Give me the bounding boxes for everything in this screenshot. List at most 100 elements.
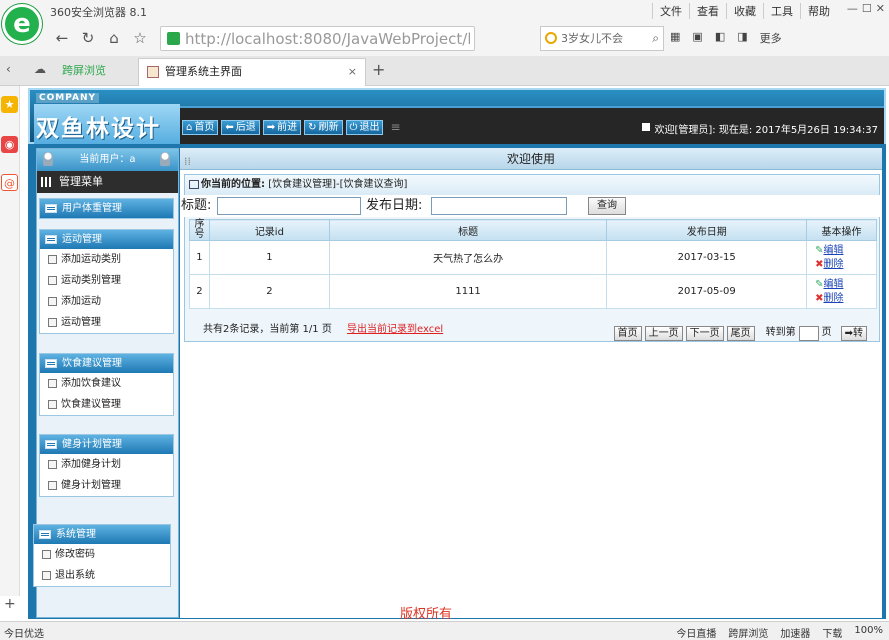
nav-forward-label: 前进 (277, 122, 298, 133)
home-icon[interactable]: ⌂ (104, 28, 124, 48)
title-label: 标题: (181, 198, 212, 213)
search-icon[interactable]: ⌕ (652, 27, 659, 50)
sidebar-item-diet-manage[interactable]: 饮食建议管理 (40, 394, 173, 415)
group-sports-header[interactable]: 运动管理 (40, 230, 173, 249)
prev-page-button[interactable]: 上一页 (644, 325, 683, 341)
sidebar-item-plan-manage[interactable]: 健身计划管理 (40, 475, 173, 496)
group-sports: 运动管理 添加运动类别 运动类别管理 添加运动 运动管理 (39, 229, 174, 334)
download-icon[interactable]: ◨ (737, 30, 747, 46)
go-button[interactable]: ➡转 (840, 325, 867, 341)
group-system-header[interactable]: 系统管理 (34, 525, 170, 544)
menu-favorites[interactable]: 收藏 (726, 3, 763, 19)
tab-scroll-left-icon[interactable]: ‹ (6, 62, 11, 76)
pin-icon (160, 152, 170, 166)
sidebar-item-label: 饮食建议管理 (61, 399, 121, 410)
power-icon: ⏻ (349, 122, 358, 133)
list-icon (39, 530, 51, 539)
col-seq: 序号 (189, 219, 210, 241)
edit-link[interactable]: 编辑 (823, 279, 843, 290)
next-page-button[interactable]: 下一页 (685, 325, 724, 341)
delete-link[interactable]: 删除 (823, 259, 843, 270)
sidebar-item-add-diet[interactable]: 添加饮食建议 (40, 373, 173, 394)
delete-link[interactable]: 删除 (823, 293, 843, 304)
col-date: 发布日期 (606, 219, 808, 241)
grid-icon (41, 177, 53, 187)
browser-search-text: 3岁女儿不会 (561, 32, 623, 45)
group-fitness-header[interactable]: 健身计划管理 (40, 435, 173, 454)
back-arrow-icon[interactable]: ← (52, 28, 72, 48)
browser-logo-icon[interactable]: e (2, 4, 42, 44)
sidebar-item-add-sport-category[interactable]: 添加运动类别 (40, 249, 173, 270)
sidebar-item-add-plan[interactable]: 添加健身计划 (40, 454, 173, 475)
goto-page-input[interactable] (798, 325, 819, 341)
menu-title: 管理菜单 (37, 171, 178, 193)
group-weight: 用户体重管理 (39, 198, 174, 219)
minimize-icon[interactable]: — (847, 2, 858, 15)
group-weight-header[interactable]: 用户体重管理 (40, 199, 173, 218)
sidebar-item-sport-manage[interactable]: 运动管理 (40, 312, 173, 333)
col-id: 记录id (208, 219, 330, 241)
address-url[interactable]: http://localhost:8080/JavaWebProject/log… (185, 30, 470, 48)
group-diet-header[interactable]: 饮食建议管理 (40, 354, 173, 373)
first-page-button[interactable]: 首页 (613, 325, 642, 341)
browser-search-box[interactable]: 3岁女儿不会 ⌕ (540, 26, 664, 51)
sidebar-item-change-password[interactable]: 修改密码 (34, 544, 170, 565)
date-input[interactable] (431, 197, 567, 215)
add-sidebar-icon[interactable]: + (4, 596, 16, 612)
status-left[interactable]: 今日优选 (4, 625, 44, 640)
status-accelerator[interactable]: 加速器 (780, 625, 810, 640)
browser-titlebar: 360安全浏览器 8.1 文件 查看 收藏 工具 帮助 — ☐ ✕ (0, 0, 889, 22)
email-icon[interactable]: @ (1, 174, 18, 191)
welcome-square-icon (642, 123, 651, 131)
browser-tabbar: ‹ ☁ 跨屏浏览 管理系统主界面 × + (0, 56, 889, 86)
new-tab-icon[interactable]: + (372, 60, 385, 79)
query-button[interactable]: 查询 (588, 197, 626, 215)
favorites-star-icon[interactable]: ★ (1, 96, 18, 113)
extensions-icon[interactable]: ▣ (692, 30, 702, 46)
export-excel-link[interactable]: 导出当前记录到excel (347, 324, 443, 335)
menu-file[interactable]: 文件 (652, 3, 689, 19)
menu-help[interactable]: 帮助 (800, 3, 837, 19)
sidebar-item-add-sport[interactable]: 添加运动 (40, 291, 173, 312)
maximize-icon[interactable]: ☐ (862, 2, 872, 15)
tab-main[interactable]: 管理系统主界面 × (138, 58, 366, 86)
tab-close-icon[interactable]: × (348, 59, 357, 85)
group-weight-title: 用户体重管理 (62, 203, 122, 214)
group-diet-title: 饮食建议管理 (62, 358, 122, 369)
tab-main-title: 管理系统主界面 (165, 65, 242, 78)
browser-navbar: ← ↻ ⌂ ☆ http://localhost:8080/JavaWebPro… (0, 22, 889, 56)
status-splitscreen[interactable]: 跨屏浏览 (728, 625, 768, 640)
cloud-icon[interactable]: ☁ (34, 62, 46, 76)
apps-icon[interactable]: ▦ (670, 30, 680, 46)
tab-splitscreen[interactable]: 跨屏浏览 (62, 60, 106, 82)
status-live[interactable]: 今日直播 (676, 625, 716, 640)
address-bar[interactable]: http://localhost:8080/JavaWebProject/log… (160, 26, 475, 51)
more-button[interactable]: 更多 (760, 30, 782, 46)
star-icon[interactable]: ☆ (130, 28, 150, 48)
site-logo: 双鱼林设计 (34, 104, 180, 144)
translate-icon[interactable]: ◧ (715, 30, 725, 46)
edit-link[interactable]: 编辑 (823, 245, 843, 256)
nav-back-label: 后退 (235, 122, 256, 133)
status-download[interactable]: 下载 (822, 625, 842, 640)
address-url-host: http://localhost (185, 30, 299, 48)
title-input[interactable] (217, 197, 361, 215)
nav-refresh-label: 刷新 (318, 122, 339, 133)
cell-ops: ✎编辑 ✖删除 (806, 240, 877, 275)
sidebar-item-logout[interactable]: 退出系统 (34, 565, 170, 586)
close-icon[interactable]: ✕ (876, 2, 885, 15)
last-page-button[interactable]: 尾页 (726, 325, 755, 341)
sidebar-item-sport-category-manage[interactable]: 运动类别管理 (40, 270, 173, 291)
nav-back-button[interactable]: ⬅ 后退 (221, 120, 260, 135)
reload-icon[interactable]: ↻ (78, 28, 98, 48)
weibo-icon[interactable]: ◉ (1, 136, 18, 153)
nav-forward-button[interactable]: ➡ 前进 (262, 120, 302, 135)
menu-view[interactable]: 查看 (689, 3, 726, 19)
nav-refresh-button[interactable]: ↻ 刷新 (304, 120, 343, 135)
nav-home-button[interactable]: ⌂ 首页 (182, 120, 219, 135)
nav-logout-button[interactable]: ⏻ 退出 (345, 120, 384, 135)
status-zoom[interactable]: 100% (854, 625, 883, 640)
banner-nav-bar: ⌂ 首页 ⬅ 后退 ➡ 前进 ↻ 刷新 ⏻ 退出 ≡ 欢迎[管理员]: 现在是: 2017… (180, 106, 884, 144)
doc-icon (42, 571, 51, 580)
menu-tools[interactable]: 工具 (763, 3, 800, 19)
